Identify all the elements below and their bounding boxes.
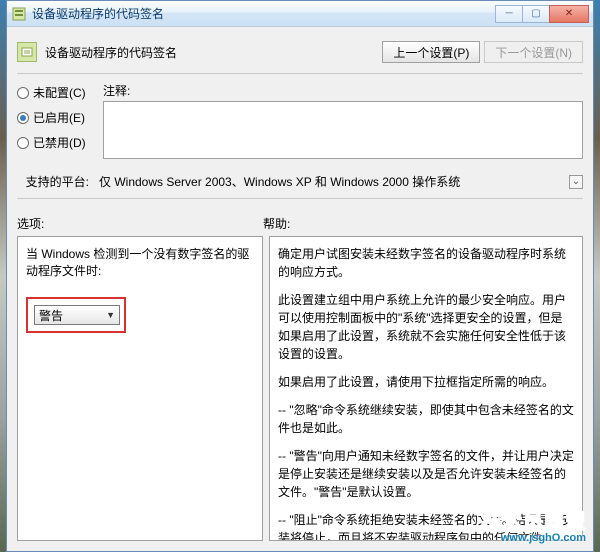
help-paragraph: 如果启用了此设置，请使用下拉框指定所需的响应。: [278, 373, 574, 391]
help-paragraph: -- "阻止"命令系统拒绝安装未经签名的文件。结果是，安装将停止，而且将不安装驱…: [278, 511, 574, 541]
help-paragraph: -- "警告"向用户通知未经数字签名的文件，并让用户决定是停止安装还是继续安装以…: [278, 447, 574, 501]
dropdown-value: 警告: [39, 307, 63, 324]
help-paragraph: -- "忽略"命令系统继续安装，即使其中包含未经签名的文件也是如此。: [278, 401, 574, 437]
radio-label: 已启用(E): [33, 109, 85, 126]
radio-disabled[interactable]: 已禁用(D): [17, 134, 103, 151]
platform-label: 支持的平台:: [17, 173, 99, 190]
window-icon: [11, 6, 27, 22]
close-button[interactable]: ✕: [549, 5, 589, 23]
section-labels: 选项: 帮助:: [17, 215, 583, 232]
config-row: 未配置(C) 已启用(E) 已禁用(D) 注释:: [17, 82, 583, 159]
window-controls: ─ ▢ ✕: [496, 5, 589, 23]
radio-group: 未配置(C) 已启用(E) 已禁用(D): [17, 82, 103, 151]
dialog-window: 设备驱动程序的代码签名 ─ ▢ ✕ 设备驱动程序的代码签名 上一个设置(P) 下…: [6, 0, 594, 552]
divider: [17, 198, 583, 199]
client-area: 设备驱动程序的代码签名 上一个设置(P) 下一个设置(N) 未配置(C) 已启用…: [7, 27, 593, 551]
policy-icon: [17, 42, 37, 62]
signing-action-dropdown[interactable]: 警告 ▼: [34, 305, 120, 325]
comment-input[interactable]: [103, 101, 583, 159]
titlebar: 设备驱动程序的代码签名 ─ ▢ ✕: [7, 1, 593, 27]
comment-column: 注释:: [103, 82, 583, 159]
options-pane: 当 Windows 检测到一个没有数字签名的驱动程序文件时: 警告 ▼: [17, 236, 263, 541]
help-paragraph: 此设置建立组中用户系统上允许的最少安全响应。用户可以使用控制面板中的"系统"选择…: [278, 291, 574, 363]
divider: [17, 73, 583, 74]
chevron-down-icon: ▼: [106, 310, 115, 320]
platform-value: 仅 Windows Server 2003、Windows XP 和 Windo…: [99, 173, 569, 190]
radio-enabled[interactable]: 已启用(E): [17, 109, 103, 126]
options-section-label: 选项:: [17, 215, 263, 232]
previous-setting-button[interactable]: 上一个设置(P): [382, 41, 480, 63]
maximize-button[interactable]: ▢: [522, 5, 550, 23]
comment-label: 注释:: [103, 82, 583, 99]
radio-icon: [17, 112, 29, 124]
help-pane[interactable]: 确定用户试图安装未经数字签名的设备驱动程序时系统的响应方式。 此设置建立组中用户…: [269, 236, 583, 541]
platform-row: 支持的平台: 仅 Windows Server 2003、Windows XP …: [17, 173, 583, 190]
help-body: 确定用户试图安装未经数字签名的设备驱动程序时系统的响应方式。 此设置建立组中用户…: [278, 245, 574, 541]
dropdown-highlight: 警告 ▼: [26, 297, 126, 333]
radio-icon: [17, 137, 29, 149]
window-title: 设备驱动程序的代码签名: [32, 5, 496, 22]
minimize-button[interactable]: ─: [495, 5, 523, 23]
radio-not-configured[interactable]: 未配置(C): [17, 84, 103, 101]
radio-icon: [17, 87, 29, 99]
help-section-label: 帮助:: [263, 215, 583, 232]
radio-label: 未配置(C): [33, 84, 86, 101]
options-prompt: 当 Windows 检测到一个没有数字签名的驱动程序文件时:: [26, 245, 254, 279]
policy-title: 设备驱动程序的代码签名: [45, 44, 378, 61]
expand-button[interactable]: ⌄: [569, 175, 583, 189]
radio-label: 已禁用(D): [33, 134, 86, 151]
help-paragraph: 确定用户试图安装未经数字签名的设备驱动程序时系统的响应方式。: [278, 245, 574, 281]
panes: 当 Windows 检测到一个没有数字签名的驱动程序文件时: 警告 ▼ 确定用户…: [17, 236, 583, 541]
header-row: 设备驱动程序的代码签名 上一个设置(P) 下一个设置(N): [17, 35, 583, 69]
next-setting-button: 下一个设置(N): [484, 41, 583, 63]
